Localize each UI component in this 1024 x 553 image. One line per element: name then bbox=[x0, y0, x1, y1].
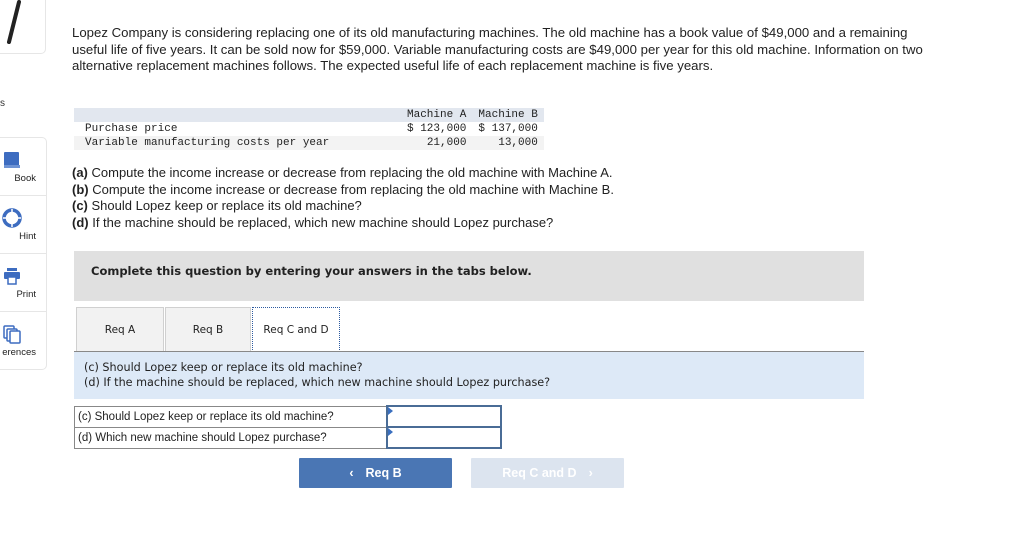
sidebar-item-references[interactable]: erences bbox=[0, 312, 46, 369]
sidebar-item-print[interactable]: Print bbox=[0, 254, 46, 312]
questions-list: (a) Compute the income increase or decre… bbox=[72, 165, 614, 231]
question-text: Should Lopez keep or replace its old mac… bbox=[87, 198, 362, 213]
sidebar-menu: Book Hint Print erences bbox=[0, 137, 47, 370]
chevron-left-icon: ‹ bbox=[349, 466, 354, 480]
sidebar-item-label: erences bbox=[2, 347, 36, 358]
table-header-cell: Machine A bbox=[401, 108, 473, 122]
chevron-right-icon: › bbox=[588, 466, 593, 480]
panel-question-d: (d) If the machine should be replaced, w… bbox=[84, 376, 551, 389]
instruction-box: Complete this question by entering your … bbox=[74, 251, 864, 301]
machine-b-value: $ 137,000 bbox=[478, 123, 538, 135]
answer-cell bbox=[386, 405, 502, 428]
pencil-stroke-icon bbox=[7, 0, 21, 44]
dropdown-indicator-icon bbox=[388, 407, 393, 415]
question-tag: (d) bbox=[72, 214, 89, 230]
question-text: Compute the income increase or decrease … bbox=[88, 181, 614, 197]
sidebar-item-label: Print bbox=[16, 289, 36, 300]
machines-table: Machine A Machine B Purchase price $ 123… bbox=[74, 108, 544, 150]
answer-row: (c) Should Lopez keep or replace its old… bbox=[74, 405, 502, 428]
machine-a-value: 21,000 bbox=[401, 136, 473, 150]
sidebar-item-book[interactable]: Book bbox=[0, 138, 46, 196]
tab-req-a[interactable]: Req A bbox=[76, 307, 164, 351]
sidebar-item-label: Book bbox=[14, 173, 36, 184]
tab-req-b[interactable]: Req B bbox=[165, 307, 251, 351]
answer-question: (c) Should Lopez keep or replace its old… bbox=[74, 405, 388, 428]
next-req-c-and-d-button: Req C and D › bbox=[471, 458, 624, 488]
copies-icon bbox=[3, 325, 21, 344]
tab-req-c-and-d[interactable]: Req C and D bbox=[252, 307, 340, 352]
row-label: Variable manufacturing costs per year bbox=[74, 136, 401, 150]
question-item: (c) Should Lopez keep or replace its old… bbox=[72, 198, 614, 215]
table-header-cell: Machine B bbox=[472, 108, 544, 122]
problem-intro: Lopez Company is considering replacing o… bbox=[72, 25, 923, 73]
prev-req-b-button[interactable]: ‹ Req B bbox=[299, 458, 452, 488]
answer-table: (c) Should Lopez keep or replace its old… bbox=[74, 405, 502, 449]
answer-cell bbox=[386, 426, 502, 449]
dropdown-indicator-icon bbox=[388, 428, 393, 436]
prev-button-label: Req B bbox=[365, 466, 402, 480]
answer-question: (d) Which new machine should Lopez purch… bbox=[74, 426, 388, 449]
sidebar-item-hint[interactable]: Hint bbox=[0, 196, 46, 254]
which-machine-input[interactable] bbox=[388, 428, 500, 447]
sidebar-item-label: Hint bbox=[19, 231, 36, 242]
question-tag: (a) bbox=[72, 165, 88, 180]
panel-question-c: (c) Should Lopez keep or replace its old… bbox=[84, 361, 363, 374]
instruction-text: Complete this question by entering your … bbox=[91, 264, 532, 278]
keep-or-replace-input[interactable] bbox=[388, 407, 500, 426]
machine-a-value: $ 123,000 bbox=[407, 123, 467, 135]
question-item: (a) Compute the income increase or decre… bbox=[72, 165, 614, 182]
table-header-cell bbox=[74, 108, 401, 122]
table-row: Variable manufacturing costs per year 21… bbox=[74, 136, 544, 150]
sidebar-partial-label: s bbox=[0, 98, 5, 109]
question-text: If the machine should be replaced, which… bbox=[88, 214, 554, 230]
question-item: (d) If the machine should be replaced, w… bbox=[72, 215, 614, 232]
answer-row: (d) Which new machine should Lopez purch… bbox=[74, 426, 502, 449]
printer-icon bbox=[4, 268, 20, 285]
question-text: Compute the income increase or decrease … bbox=[87, 165, 613, 180]
tab-panel-questions: (c) Should Lopez keep or replace its old… bbox=[74, 352, 864, 399]
lifebuoy-icon bbox=[2, 208, 22, 228]
top-logo-card bbox=[0, 0, 46, 54]
question-item: (b) Compute the income increase or decre… bbox=[72, 182, 614, 199]
question-tag: (c) bbox=[72, 198, 88, 213]
row-label: Purchase price bbox=[85, 123, 178, 135]
table-row: Purchase price $ 123,000 $ 137,000 bbox=[74, 122, 544, 136]
book-icon bbox=[4, 152, 20, 168]
question-tag: (b) bbox=[72, 181, 89, 197]
machine-b-value: 13,000 bbox=[472, 136, 544, 150]
next-button-label: Req C and D bbox=[502, 466, 577, 480]
table-header-row: Machine A Machine B bbox=[74, 108, 544, 122]
